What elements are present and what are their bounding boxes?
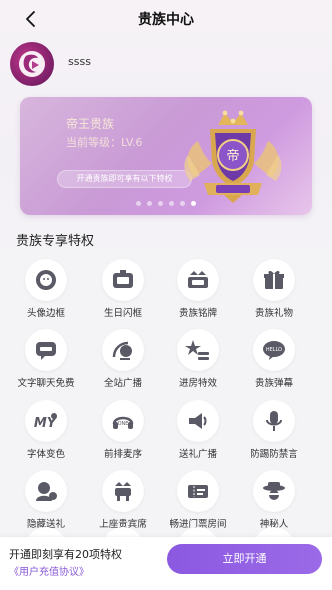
privilege-item[interactable]: 全站广播 <box>83 325 163 395</box>
open-now-button[interactable]: 立即开通 <box>167 544 322 574</box>
privilege-label: 文字聊天免费 <box>17 378 75 389</box>
privilege-item[interactable]: 文字聊天免费 <box>6 325 86 395</box>
privilege-label: 生日闪框 <box>103 308 142 319</box>
nav-bar: 贵族中心 <box>0 0 332 38</box>
gift-icon <box>253 259 295 301</box>
banner-pagination <box>20 201 312 207</box>
mystery-icon <box>253 470 295 512</box>
pagination-dot[interactable] <box>158 201 163 206</box>
privilege-item[interactable]: HELLO 贵族弹幕 <box>234 325 314 395</box>
vip-seat-icon <box>102 470 144 512</box>
privilege-label: 贵族礼物 <box>254 308 293 319</box>
privilege-item[interactable]: 进房特效 <box>158 325 238 395</box>
danmaku-icon: HELLO <box>253 329 295 371</box>
privilege-label: 进房特效 <box>178 378 217 389</box>
page-title: 贵族中心 <box>138 12 194 28</box>
privilege-grid: 头像边框 生日闪框 贵族铭牌 贵族礼物 文字聊天免费 全站广播 进房特效 HEL… <box>0 255 332 540</box>
section-title: 贵族专享特权 <box>16 234 95 249</box>
privilege-label: 贵族弹幕 <box>254 378 293 389</box>
privilege-count-text: 开通即刻享有20项特权 <box>9 548 122 561</box>
privilege-item[interactable]: 生日闪框 <box>83 255 163 325</box>
broadcast-icon <box>102 329 144 371</box>
privilege-label: 前排麦序 <box>103 449 142 460</box>
entry-effect-icon <box>177 329 219 371</box>
gift-broadcast-icon <box>177 400 219 442</box>
privilege-item[interactable]: MY 字体变色 <box>6 396 86 466</box>
svg-text:HELLO: HELLO <box>266 347 282 353</box>
privilege-label: 全站广播 <box>103 378 142 389</box>
privilege-label: 头像边框 <box>26 308 65 319</box>
nameplate-icon <box>177 259 219 301</box>
avatar-logo-icon <box>19 51 45 77</box>
pagination-dot[interactable] <box>136 201 141 206</box>
font-color-icon: MY <box>25 400 67 442</box>
banner-level: 当前等级：LV.6 <box>66 136 143 149</box>
user-info: ssss <box>10 42 310 88</box>
privilege-label: 送礼广播 <box>178 449 217 460</box>
privilege-item[interactable]: 贵族礼物 <box>234 255 314 325</box>
privilege-item[interactable]: ONE 前排麦序 <box>83 396 163 466</box>
emperor-badge-icon: 帝 <box>178 103 288 207</box>
avatar-frame-icon <box>25 259 67 301</box>
birthday-frame-icon <box>102 259 144 301</box>
anti-kick-icon <box>253 400 295 442</box>
recharge-agreement-link[interactable]: 《用户充值协议》 <box>9 563 89 578</box>
free-chat-icon <box>25 329 67 371</box>
svg-text:ONE: ONE <box>118 421 129 427</box>
bottom-bar: 开通即刻享有20项特权 《用户充值协议》 立即开通 <box>0 537 332 590</box>
privilege-item[interactable]: 头像边框 <box>6 255 86 325</box>
privilege-label: 防踢防禁言 <box>250 449 298 460</box>
privilege-label: 贵族铭牌 <box>178 308 217 319</box>
pagination-dot[interactable] <box>169 201 174 206</box>
banner-pill: 开通贵族即可享有以下特权 <box>57 170 192 188</box>
user-name: ssss <box>68 55 91 68</box>
pagination-dot-active[interactable] <box>191 201 196 206</box>
svg-text:帝: 帝 <box>226 148 239 164</box>
noble-banner[interactable]: 帝王贵族 当前等级：LV.6 开通贵族即可享有以下特权 帝 <box>20 97 312 215</box>
avatar[interactable] <box>10 42 54 86</box>
ticket-room-icon <box>177 470 219 512</box>
hidden-gift-icon <box>25 470 67 512</box>
privilege-label: 字体变色 <box>26 449 65 460</box>
pagination-dot[interactable] <box>180 201 185 206</box>
privilege-item[interactable]: 防踢防禁言 <box>234 396 314 466</box>
pagination-dot[interactable] <box>147 201 152 206</box>
banner-title: 帝王贵族 <box>66 117 115 131</box>
privilege-item[interactable]: 贵族铭牌 <box>158 255 238 325</box>
privilege-item[interactable]: 送礼广播 <box>158 396 238 466</box>
front-mic-icon: ONE <box>102 400 144 442</box>
